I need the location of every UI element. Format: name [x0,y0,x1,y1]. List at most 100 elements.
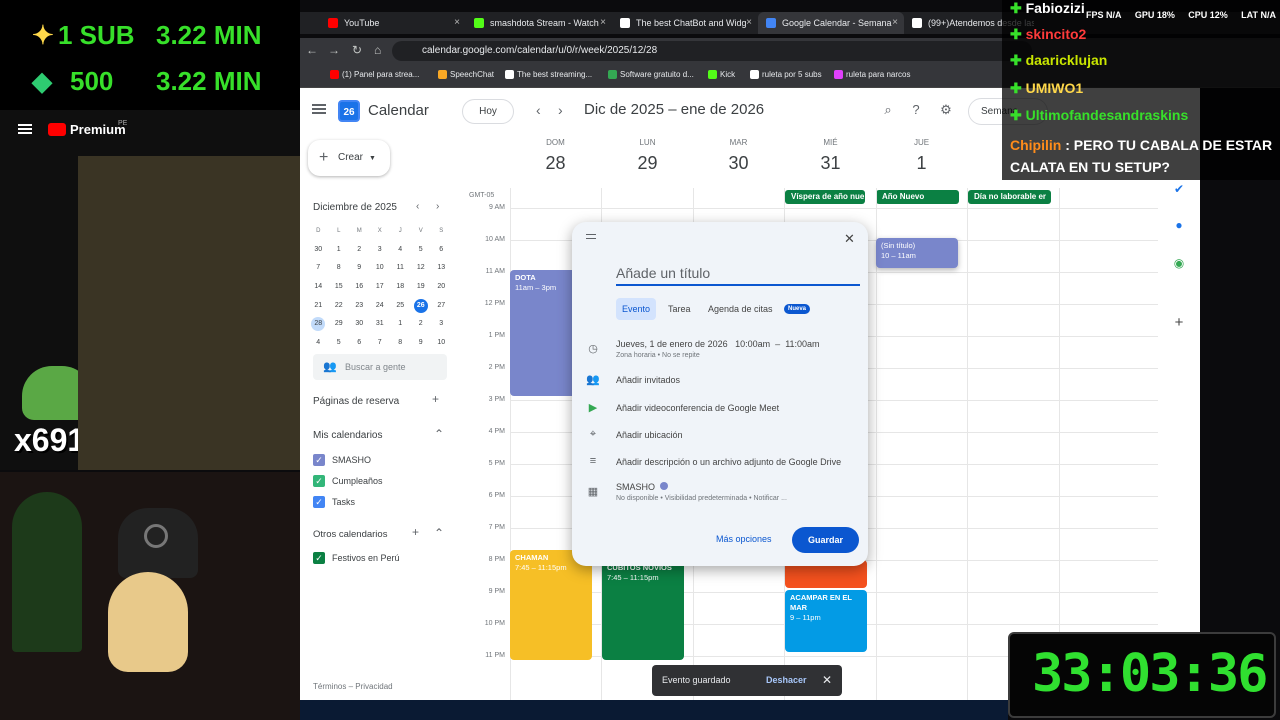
calendar-item-tasks[interactable]: ✓ Tasks [313,496,355,510]
close-icon[interactable]: ✕ [822,665,832,696]
reload-icon[interactable]: ↻ [352,43,362,57]
mini-day[interactable]: 20 [431,278,452,297]
mini-day[interactable]: 7 [308,259,329,278]
mini-day[interactable]: 8 [390,334,411,353]
mini-day[interactable]: 1 [390,315,411,334]
undo-button[interactable]: Deshacer [766,665,807,696]
tab-task[interactable]: Tarea [662,298,697,320]
event-datetime[interactable]: Jueves, 1 de enero de 2026 10:00am – 11:… [616,339,820,349]
tab-chatbot[interactable]: The best ChatBot and Widg × [612,12,758,34]
day-header-tue[interactable]: MAR 30 [693,138,784,174]
mini-day[interactable]: 4 [308,334,329,353]
mini-day[interactable]: 29 [329,315,350,334]
mini-day[interactable]: 22 [329,297,350,316]
forward-icon[interactable]: → [328,43,340,57]
mini-day[interactable]: 5 [411,241,432,260]
mini-day[interactable]: 18 [390,278,411,297]
mini-day[interactable]: 6 [349,334,370,353]
mini-day[interactable]: 14 [308,278,329,297]
add-guests[interactable]: Añadir invitados [616,375,680,385]
tab-kick[interactable]: smashdota Stream - Watch × [466,12,612,34]
mini-day[interactable]: 10 [431,334,452,353]
day-header-wed[interactable]: MIÉ 31 [785,138,876,174]
mini-day[interactable]: 5 [329,334,350,353]
mini-day[interactable]: 16 [349,278,370,297]
more-options-button[interactable]: Más opciones [716,534,772,544]
mini-day-selected[interactable]: 28 [308,315,329,334]
close-tab-icon[interactable]: × [600,12,606,34]
calendar-options[interactable]: No disponible • Visibilidad predetermina… [616,495,787,502]
mini-day[interactable]: 9 [411,334,432,353]
create-button[interactable]: + Crear ▼ [308,140,390,176]
mini-day[interactable]: 3 [431,315,452,334]
calendar-item-birthdays[interactable]: ✓ Cumpleaños [313,475,383,489]
add-description[interactable]: Añadir descripción o un archivo adjunto … [616,457,841,467]
mini-day[interactable]: 31 [370,315,391,334]
allday-event[interactable]: Año Nuevo [876,190,959,204]
add-addon-icon[interactable]: + [1172,314,1186,331]
menu-icon[interactable] [18,124,32,126]
tab-event[interactable]: Evento [616,298,657,320]
mini-day[interactable]: 19 [411,278,432,297]
mini-day[interactable]: 1 [329,241,350,260]
bookmark-ruleta-narcos[interactable]: ruleta para narcos [834,70,910,79]
event-untitled[interactable]: (Sin título) 10 – 11am [876,238,958,268]
add-calendar-icon[interactable]: + [412,525,419,539]
tasks-icon[interactable]: ✔ [1172,182,1186,196]
mini-day[interactable]: 2 [349,241,370,260]
other-calendars-label[interactable]: Otros calendarios [313,529,387,540]
calendar-selector[interactable]: SMASHO [616,482,669,492]
bookmark-panel[interactable]: (1) Panel para strea... [330,70,419,79]
calendar-item-smasho[interactable]: ✓ SMASHO [313,454,371,468]
day-header-mon[interactable]: LUN 29 [602,138,693,174]
close-tab-icon[interactable]: × [454,12,460,34]
add-meet[interactable]: Añadir videoconferencia de Google Meet [616,403,779,413]
main-menu-icon[interactable] [312,104,326,106]
add-booking-icon[interactable]: + [432,392,439,406]
back-icon[interactable]: ← [306,43,318,57]
prev-week-icon[interactable]: ‹ [536,102,541,118]
timezone-repeat[interactable]: Zona horaria • No se repite [616,352,700,359]
day-header-sun[interactable]: DOM 28 [510,138,601,174]
checkbox-icon[interactable]: ✓ [313,552,325,564]
checkbox-icon[interactable]: ✓ [313,454,325,466]
save-button[interactable]: Guardar [792,527,859,553]
close-icon[interactable]: ✕ [844,231,855,247]
mini-day[interactable]: 7 [370,334,391,353]
bookmark-speechchat[interactable]: SpeechChat [438,70,494,79]
mini-day[interactable]: 9 [349,259,370,278]
maps-icon[interactable]: ◉ [1172,256,1186,270]
calendar-item-holidays-peru[interactable]: ✓ Festivos en Perú [313,552,400,566]
close-tab-icon[interactable]: × [892,12,898,34]
next-week-icon[interactable]: › [558,102,563,118]
url-input[interactable]: calendar.google.com/calendar/u/0/r/week/… [392,41,1032,61]
help-icon[interactable]: ? [908,102,924,118]
drag-handle-icon[interactable] [586,234,596,239]
checkbox-icon[interactable]: ✓ [313,475,325,487]
close-tab-icon[interactable]: × [746,12,752,34]
mini-day[interactable]: 2 [411,315,432,334]
event-cubitos-novios[interactable]: CUBITOS NOVIOS 7:45 – 11:15pm [602,560,684,660]
tab-appointment-schedule[interactable]: Agenda de citas [702,298,779,320]
mini-day[interactable]: 24 [370,297,391,316]
video-player[interactable] [78,156,300,470]
mini-day[interactable]: 30 [308,241,329,260]
mini-day[interactable]: 25 [390,297,411,316]
mini-day[interactable]: 30 [349,315,370,334]
mini-day[interactable]: 21 [308,297,329,316]
settings-gear-icon[interactable]: ⚙ [938,102,954,118]
checkbox-icon[interactable]: ✓ [313,496,325,508]
mini-prev-icon[interactable]: ‹ [416,201,419,212]
mini-day[interactable]: 4 [390,241,411,260]
bookmark-kick[interactable]: Kick [708,70,735,79]
search-people-input[interactable]: 👥 Buscar a gente [313,354,447,380]
my-calendars-label[interactable]: Mis calendarios [313,430,382,441]
terms-privacy-link[interactable]: Términos – Privacidad [313,682,393,691]
event-chaman[interactable]: CHAMAN 7:45 – 11:15pm [510,550,592,660]
mini-day[interactable]: 10 [370,259,391,278]
chevron-up-icon[interactable]: ⌃ [434,427,444,441]
mini-day[interactable]: 3 [370,241,391,260]
bookmark-ruleta-subs[interactable]: ruleta por 5 subs [750,70,822,79]
mini-day[interactable]: 11 [390,259,411,278]
event-title-input[interactable]: Añade un título [616,260,860,286]
